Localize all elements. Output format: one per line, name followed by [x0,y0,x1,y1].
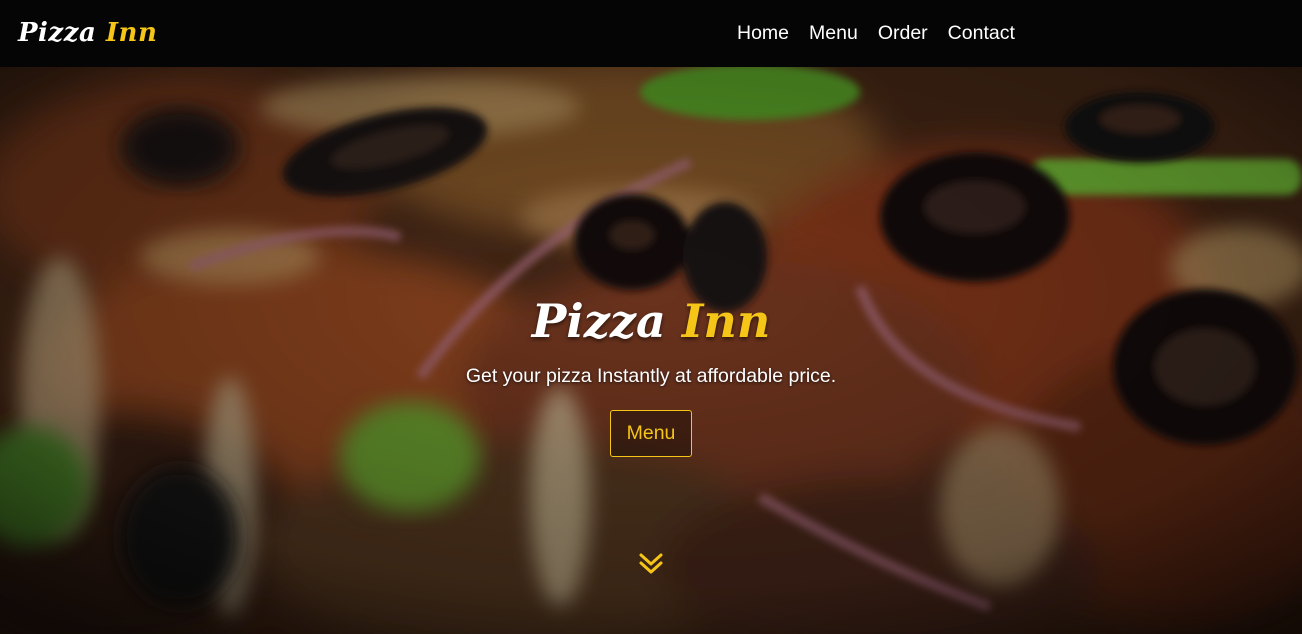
nav-link-contact[interactable]: Contact [948,21,1015,45]
double-chevron-down-icon[interactable] [638,551,664,577]
nav-links: Home Menu Order Contact [737,21,1015,45]
brand-logo[interactable]: Pizza Inn [18,16,157,50]
brand-second: Inn [105,18,158,48]
hero-title-second: Inn [681,294,771,348]
nav-link-order[interactable]: Order [878,21,928,45]
nav-link-home[interactable]: Home [737,21,789,45]
hero-section: Pizza Inn Get your pizza Instantly at af… [0,67,1302,634]
navbar: Pizza Inn Home Menu Order Contact [0,0,1302,67]
hero-title-first: Pizza [531,294,666,348]
hero-title: Pizza Inn [0,293,1302,349]
hero-overlay [0,67,1302,634]
menu-button[interactable]: Menu [610,410,692,457]
brand-first: Pizza [18,18,97,48]
hero-subtitle: Get your pizza Instantly at affordable p… [465,365,837,387]
nav-link-menu[interactable]: Menu [809,21,858,45]
